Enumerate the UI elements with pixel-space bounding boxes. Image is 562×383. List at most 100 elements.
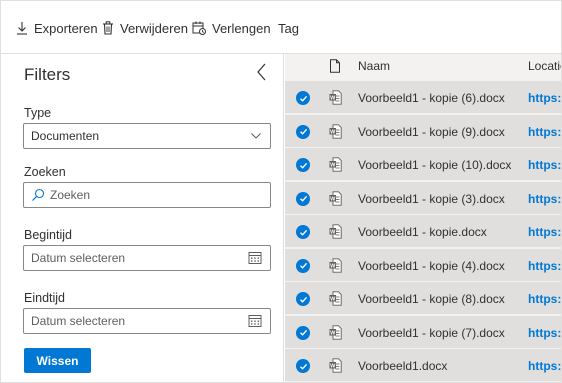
file-location-link[interactable]: https:// [528, 91, 562, 105]
word-document-icon: W [329, 224, 342, 242]
checkmark-icon [299, 128, 307, 135]
search-placeholder: Zoeken [50, 188, 91, 202]
table-row[interactable]: W Voorbeeld1 - kopie (8).docx https:// [285, 281, 562, 314]
tag-label: Tag [278, 20, 299, 36]
checkmark-icon [299, 229, 307, 236]
svg-text:W: W [330, 162, 336, 168]
svg-text:W: W [330, 129, 336, 135]
column-header-location[interactable]: Locatie [528, 59, 562, 73]
file-type-header-icon[interactable] [329, 59, 341, 76]
file-name[interactable]: Voorbeeld1 - kopie (4).docx [358, 259, 505, 273]
clear-filters-button[interactable]: Wissen [24, 348, 91, 373]
search-label: Zoeken [24, 165, 66, 179]
table-row[interactable]: W Voorbeeld1.docx https:// [285, 348, 562, 381]
table-row[interactable]: W Voorbeeld1 - kopie (7).docx https:// [285, 314, 562, 348]
word-document-icon: W [329, 157, 342, 175]
type-label: Type [24, 106, 52, 120]
command-bar: Exporteren Verwijderen Verlengen Tag [0, 0, 562, 54]
table-row[interactable]: W Voorbeeld1 - kopie.docx https:// [285, 214, 562, 247]
row-checkbox[interactable] [296, 325, 310, 340]
chevron-down-icon [251, 133, 261, 139]
calendar-icon [248, 315, 262, 327]
file-location-link[interactable]: https:// [528, 292, 562, 306]
svg-text:W: W [330, 363, 336, 369]
file-name[interactable]: Voorbeeld1 - kopie (7).docx [358, 326, 505, 340]
file-location-link[interactable]: https:// [528, 326, 562, 340]
calendar-extend-icon [192, 21, 206, 35]
extend-label: Verlengen [212, 20, 271, 36]
checkmark-icon [299, 329, 307, 336]
type-dropdown[interactable]: Documenten [23, 123, 271, 149]
start-date-picker[interactable]: Datum selecteren [23, 245, 271, 271]
row-checkbox[interactable] [296, 258, 310, 273]
table-row[interactable]: W Voorbeeld1 - kopie (10).docx https:// [285, 147, 562, 180]
svg-text:W: W [330, 229, 336, 235]
delete-label: Verwijderen [120, 20, 188, 36]
file-name[interactable]: Voorbeeld1 - kopie (9).docx [358, 125, 505, 139]
table-row[interactable]: W Voorbeeld1 - kopie (9).docx https:// [285, 113, 562, 147]
row-checkbox[interactable] [296, 225, 310, 239]
type-value: Documenten [31, 129, 100, 143]
svg-text:W: W [330, 330, 336, 336]
search-input[interactable]: Zoeken [23, 182, 271, 208]
filters-title: Filters [24, 65, 71, 84]
checkmark-icon [299, 195, 307, 202]
row-checkbox[interactable] [296, 124, 310, 139]
row-checkbox[interactable] [296, 359, 310, 373]
file-name[interactable]: Voorbeeld1 - kopie (8).docx [358, 292, 505, 306]
checkmark-icon [299, 363, 307, 370]
checkmark-icon [299, 296, 307, 303]
end-date-placeholder: Datum selecteren [31, 314, 126, 328]
file-name[interactable]: Voorbeeld1 - kopie (10).docx [358, 158, 511, 172]
file-name[interactable]: Voorbeeld1 - kopie (6).docx [358, 91, 505, 105]
row-checkbox[interactable] [296, 191, 310, 206]
chevron-left-icon [257, 63, 266, 81]
word-document-icon: W [329, 190, 342, 209]
row-checkbox[interactable] [296, 158, 310, 172]
calendar-icon [248, 252, 262, 264]
end-time-label: Eindtijd [24, 291, 65, 305]
svg-text:W: W [330, 95, 336, 101]
word-document-icon: W [329, 123, 342, 142]
table-row[interactable]: W Voorbeeld1 - kopie (4).docx https:// [285, 247, 562, 281]
end-date-picker[interactable]: Datum selecteren [23, 308, 271, 334]
start-date-placeholder: Datum selecteren [31, 251, 126, 265]
checkmark-icon [299, 162, 307, 169]
extend-button[interactable]: Verlengen [192, 18, 271, 38]
file-location-link[interactable]: https:// [528, 125, 562, 139]
table-row[interactable]: W Voorbeeld1 - kopie (3).docx https:// [285, 180, 562, 214]
svg-text:W: W [330, 196, 336, 202]
row-checkbox[interactable] [296, 292, 310, 306]
row-checkbox[interactable] [296, 91, 310, 105]
svg-text:W: W [330, 296, 336, 302]
checkmark-icon [299, 262, 307, 269]
word-document-icon: W [329, 257, 342, 276]
file-location-link[interactable]: https:// [528, 359, 562, 373]
word-document-icon: W [329, 358, 342, 376]
export-label: Exporteren [34, 20, 98, 36]
download-icon [17, 22, 27, 35]
svg-text:W: W [330, 263, 336, 269]
search-icon [31, 188, 45, 202]
file-name[interactable]: Voorbeeld1 - kopie (3).docx [358, 192, 505, 206]
grid-header: Naam Locatie [285, 54, 562, 80]
file-location-link[interactable]: https:// [528, 192, 562, 206]
export-button[interactable]: Exporteren [16, 18, 98, 38]
word-document-icon: W [329, 90, 342, 108]
file-name[interactable]: Voorbeeld1 - kopie.docx [358, 225, 487, 239]
trash-icon [103, 21, 113, 35]
collapse-panel-button[interactable] [254, 62, 270, 82]
file-location-link[interactable]: https:// [528, 259, 562, 273]
start-time-label: Begintijd [24, 228, 72, 242]
word-document-icon: W [329, 324, 342, 343]
table-row[interactable]: W Voorbeeld1 - kopie (6).docx https:// [285, 80, 562, 113]
checkmark-icon [299, 95, 307, 102]
delete-button[interactable]: Verwijderen [102, 18, 188, 38]
filters-panel: Filters Type Documenten Zoeken Zoeken Be… [0, 54, 284, 383]
results-grid: Naam Locatie W Voorbeeld1 - kopie (6).doc… [285, 54, 562, 383]
file-location-link[interactable]: https:// [528, 225, 562, 239]
file-location-link[interactable]: https:// [528, 158, 562, 172]
column-header-name[interactable]: Naam [358, 59, 390, 73]
tag-button[interactable]: Tag [278, 18, 299, 38]
file-name[interactable]: Voorbeeld1.docx [358, 359, 447, 373]
